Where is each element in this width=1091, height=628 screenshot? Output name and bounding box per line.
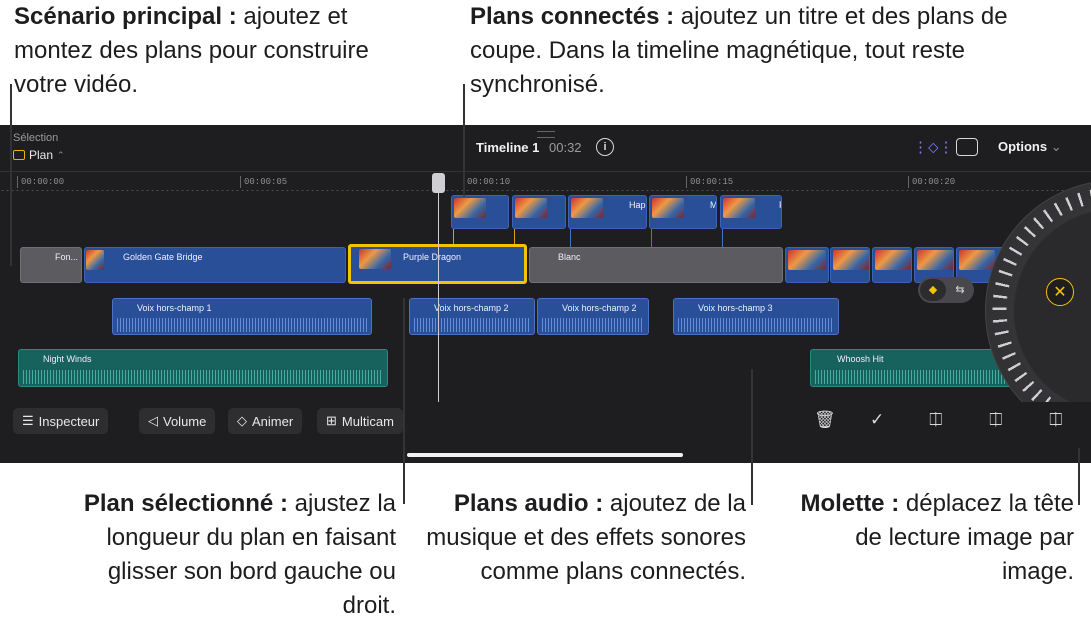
connected-clip[interactable]: F	[720, 195, 782, 229]
storyline-clip[interactable]	[872, 247, 912, 283]
selection-label: Sélection	[13, 132, 59, 144]
timeline-header: Sélection Plan ⌃ Timeline 1 00:32 i ⋮⬦⋮ …	[0, 125, 1091, 171]
keyframe-icon: ◇	[237, 413, 247, 428]
ruler-tick: 00:00:15	[686, 176, 733, 188]
ruler-tick: 00:00:20	[908, 176, 955, 188]
bottom-toolbar: ☰ Inspecteur ◁ Volume ◇ Animer ⊞ Multicam 🗑 …	[0, 402, 1091, 463]
leader-line	[403, 298, 405, 504]
audio-clip-voix-1[interactable]: Voix hors-champ 1	[112, 298, 372, 335]
connected-clip[interactable]	[512, 195, 566, 229]
callout-primary-storyline: Scénario principal : ajoutez et montez d…	[14, 3, 369, 98]
audio-clip-night-winds[interactable]: Night Winds	[18, 349, 388, 387]
audio-clip-voix-2a[interactable]: Voix hors-champ 2	[409, 298, 535, 335]
selection-value: Plan	[29, 148, 54, 162]
callout-jog-wheel: Molette : déplacez la tête de lecture im…	[800, 490, 1074, 585]
animate-button[interactable]: ◇ Animer	[228, 408, 303, 434]
trash-icon[interactable]: 🗑	[814, 410, 836, 430]
leader-line	[1078, 448, 1080, 505]
callout-selected-clip: Plan sélectionné : ajustez la longueur d…	[83, 490, 396, 619]
jog-wheel-ticks	[985, 180, 1091, 440]
leader-line	[751, 369, 753, 505]
connected-clip[interactable]: M	[649, 195, 717, 229]
marker-icon[interactable]: ◆	[920, 279, 946, 301]
review-icon[interactable]	[956, 138, 978, 156]
storyline-clip[interactable]	[785, 247, 829, 283]
clip-icon	[13, 150, 25, 160]
callout-connected-clips: Plans connectés : ajoutez un titre et de…	[470, 3, 1008, 98]
leader-line	[463, 84, 465, 196]
timeline-duration: 00:32	[549, 140, 582, 155]
ruler-tick: 00:00:05	[240, 176, 287, 188]
ruler-tick: 00:00:00	[17, 176, 64, 188]
ruler-tick: 00:00:10	[463, 176, 510, 188]
info-icon[interactable]: i	[596, 138, 614, 156]
selection-mode-selector[interactable]: Plan ⌃	[13, 148, 65, 162]
leader-line	[10, 84, 12, 266]
grid-icon: ⊞	[326, 413, 337, 428]
snapping-icon[interactable]: ⋮⬦⋮	[913, 138, 954, 156]
connected-clip[interactable]	[451, 195, 509, 229]
storyline-clip-fond[interactable]: Fon...	[20, 247, 82, 283]
sliders-icon: ☰	[22, 413, 34, 428]
options-button[interactable]: Options ⌄	[998, 139, 1062, 155]
callout-audio-clips: Plans audio : ajoutez de la musique et d…	[426, 490, 746, 585]
speaker-icon: ◁	[148, 413, 158, 428]
storyline-clip-golden-gate[interactable]: Golden Gate Bridge	[84, 247, 346, 283]
storyline-clip-blanc[interactable]: Blanc	[529, 247, 783, 283]
inspector-button[interactable]: ☰ Inspecteur	[13, 408, 109, 434]
playhead[interactable]	[438, 177, 439, 402]
split-icon[interactable]: ⎅	[929, 410, 943, 430]
audio-clip-voix-3[interactable]: Voix hors-champ 3	[673, 298, 839, 335]
volume-button[interactable]: ◁ Volume	[139, 408, 216, 434]
chevron-updown-icon: ⌃	[57, 149, 65, 160]
resize-handle[interactable]	[537, 131, 555, 138]
home-indicator	[407, 453, 683, 457]
close-icon[interactable]: ✕	[1046, 278, 1074, 306]
trim-start-icon[interactable]: ⎅	[989, 410, 1003, 430]
timeline-app: Sélection Plan ⌃ Timeline 1 00:32 i ⋮⬦⋮ …	[0, 125, 1091, 463]
audio-clip-voix-2b[interactable]: Voix hors-champ 2	[537, 298, 649, 335]
swap-icon[interactable]: ⇆	[950, 279, 970, 301]
checkmark-icon[interactable]: ✓	[870, 410, 884, 430]
ruler-dots	[0, 189, 1091, 192]
connected-clip[interactable]: Hap	[568, 195, 647, 229]
wheel-mode-toggle[interactable]: ◆ ⇆	[918, 277, 974, 303]
storyline-clip[interactable]	[830, 247, 870, 283]
timeline-title: Timeline 1	[476, 140, 540, 155]
multicam-button[interactable]: ⊞ Multicam	[317, 408, 403, 434]
trim-end-icon[interactable]: ⎅	[1049, 410, 1063, 430]
chevron-down-icon: ⌄	[1050, 139, 1062, 154]
